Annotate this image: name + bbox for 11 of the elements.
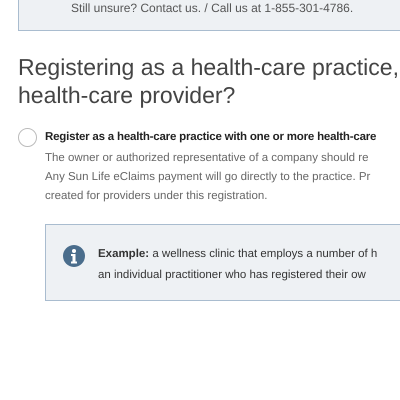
radio-button[interactable] bbox=[18, 128, 37, 147]
example-text: an individual practitioner who has registered their ow bbox=[98, 268, 366, 283]
contact-text: Still unsure? Contact us. / Call us at 1-855-301-4786. bbox=[71, 0, 354, 17]
option-label: Register as a health-care practice with one or more health-care bbox=[45, 130, 376, 145]
section-heading: health-care provider? bbox=[18, 81, 236, 109]
description-text: Any Sun Life eClaims payment will go directly to the practice. Pr bbox=[45, 170, 370, 185]
section-heading: Registering as a health-care practice, bbox=[18, 53, 399, 81]
description-text: The owner or authorized representative of a company should re bbox=[45, 151, 368, 166]
example-text: Example: a wellness clinic that employs a number of h bbox=[98, 247, 378, 262]
info-icon bbox=[63, 245, 85, 267]
description-text: created for providers under this registration. bbox=[45, 189, 268, 204]
